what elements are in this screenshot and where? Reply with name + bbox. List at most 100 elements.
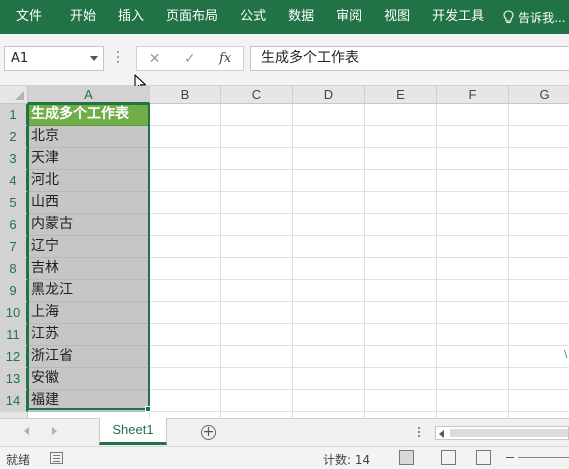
paste-options-icon[interactable]: \ [564, 349, 569, 360]
horizontal-scrollbar[interactable] [435, 426, 569, 440]
cell[interactable] [221, 302, 293, 324]
cell[interactable] [509, 258, 569, 280]
cell[interactable] [365, 214, 437, 236]
cell[interactable] [509, 126, 569, 148]
cell[interactable] [293, 214, 365, 236]
cell[interactable] [150, 390, 221, 412]
cell-a[interactable]: 浙江省 [28, 346, 150, 368]
cell[interactable] [437, 148, 509, 170]
tab-data[interactable]: 数据 [277, 0, 325, 34]
row-header[interactable]: 11 [0, 324, 28, 346]
cell[interactable] [509, 104, 569, 126]
cell[interactable] [221, 192, 293, 214]
cell-a[interactable]: 江苏 [28, 324, 150, 346]
row-header[interactable]: 7 [0, 236, 28, 258]
cell[interactable] [221, 214, 293, 236]
cell[interactable] [509, 170, 569, 192]
resize-handle[interactable] [117, 51, 120, 66]
column-header-e[interactable]: E [365, 86, 437, 104]
cell[interactable] [293, 258, 365, 280]
insert-function-icon[interactable]: fx [219, 51, 231, 66]
cell[interactable] [221, 258, 293, 280]
cell[interactable] [221, 346, 293, 368]
cell[interactable] [365, 236, 437, 258]
cell[interactable] [150, 192, 221, 214]
row-header[interactable]: 8 [0, 258, 28, 280]
cell-a[interactable]: 北京 [28, 126, 150, 148]
sheet-next-icon[interactable] [52, 427, 57, 435]
cell[interactable] [437, 302, 509, 324]
cell[interactable] [150, 236, 221, 258]
zoom-slider[interactable] [518, 457, 569, 458]
chevron-down-icon[interactable] [90, 56, 98, 61]
normal-view-icon[interactable] [399, 450, 414, 465]
cell[interactable] [150, 302, 221, 324]
cell-a[interactable]: 内蒙古 [28, 214, 150, 236]
scrollbar-thumb[interactable] [450, 429, 568, 437]
cell[interactable] [150, 324, 221, 346]
row-header[interactable]: 4 [0, 170, 28, 192]
scroll-left-icon[interactable] [439, 430, 444, 438]
cell[interactable] [509, 280, 569, 302]
cell[interactable] [365, 192, 437, 214]
cell[interactable] [293, 324, 365, 346]
tab-home[interactable]: 开始 [59, 0, 107, 34]
tab-developer[interactable]: 开发工具 [421, 0, 495, 34]
add-sheet-icon[interactable]: + [201, 425, 216, 440]
sheet-tab-sheet1[interactable]: Sheet1 [99, 418, 167, 445]
column-header-c[interactable]: C [221, 86, 293, 104]
row-header[interactable]: 13 [0, 368, 28, 390]
page-break-view-icon[interactable] [476, 450, 491, 465]
cell-a[interactable]: 上海 [28, 302, 150, 324]
cell[interactable] [437, 280, 509, 302]
name-box[interactable]: A1 [4, 46, 104, 71]
cell[interactable] [437, 324, 509, 346]
tab-insert[interactable]: 插入 [107, 0, 155, 34]
cell[interactable] [293, 346, 365, 368]
cell[interactable] [365, 258, 437, 280]
cell[interactable] [365, 302, 437, 324]
cell[interactable] [365, 170, 437, 192]
cell[interactable] [293, 236, 365, 258]
row-header[interactable]: 14 [0, 390, 28, 412]
cell[interactable] [150, 214, 221, 236]
cell[interactable] [365, 390, 437, 412]
cell[interactable] [221, 126, 293, 148]
cell[interactable] [293, 280, 365, 302]
cell[interactable] [437, 192, 509, 214]
sheet-prev-icon[interactable] [24, 427, 29, 435]
cell[interactable] [293, 126, 365, 148]
cell[interactable] [365, 104, 437, 126]
cell[interactable] [221, 104, 293, 126]
cell[interactable] [365, 126, 437, 148]
cell[interactable] [437, 104, 509, 126]
tab-view[interactable]: 视图 [373, 0, 421, 34]
cell[interactable] [293, 302, 365, 324]
cell[interactable] [509, 192, 569, 214]
column-header-a[interactable]: A [28, 86, 150, 104]
cell[interactable] [437, 126, 509, 148]
cell[interactable] [150, 368, 221, 390]
cell[interactable] [150, 258, 221, 280]
cell[interactable] [365, 148, 437, 170]
cell[interactable] [509, 302, 569, 324]
cell[interactable] [293, 192, 365, 214]
cell[interactable] [150, 148, 221, 170]
cell-a[interactable]: 生成多个工作表 [28, 104, 150, 126]
tab-page-layout[interactable]: 页面布局 [155, 0, 229, 34]
cell[interactable] [437, 170, 509, 192]
enter-icon[interactable]: ✓ [184, 51, 196, 67]
cell[interactable] [365, 368, 437, 390]
cell[interactable] [437, 214, 509, 236]
cell[interactable] [509, 236, 569, 258]
tell-me-search[interactable]: 告诉我... [503, 9, 566, 26]
cell[interactable] [293, 390, 365, 412]
cell[interactable] [221, 148, 293, 170]
cell[interactable] [293, 104, 365, 126]
cell-a[interactable]: 山西 [28, 192, 150, 214]
macro-record-icon[interactable] [50, 452, 63, 464]
cell[interactable] [509, 214, 569, 236]
cell-a[interactable]: 辽宁 [28, 236, 150, 258]
cell[interactable] [221, 280, 293, 302]
cell-a[interactable]: 天津 [28, 148, 150, 170]
